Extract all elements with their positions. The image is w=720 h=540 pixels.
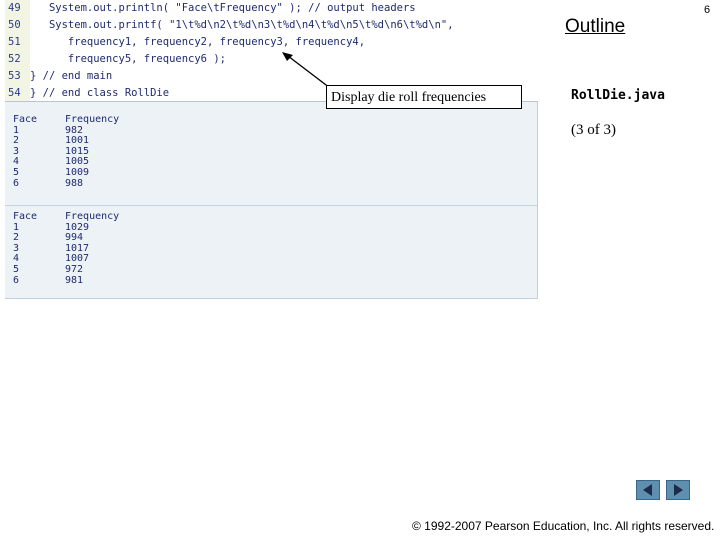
outline-heading: Outline [565,16,626,37]
triangle-left-icon [643,484,652,496]
copyright-notice: © 1992-2007 Pearson Education, Inc. All … [412,519,715,533]
callout-arrow-line [287,55,331,89]
file-name: RollDie.java [571,88,665,103]
callout-arrow [282,52,331,89]
callout-arrow-head [282,52,293,61]
next-slide-button[interactable] [666,480,690,500]
triangle-right-icon [674,484,683,496]
callout-box: Display die roll frequencies [326,85,522,109]
slide-position: (3 of 3) [571,122,616,138]
previous-slide-button[interactable] [636,480,660,500]
